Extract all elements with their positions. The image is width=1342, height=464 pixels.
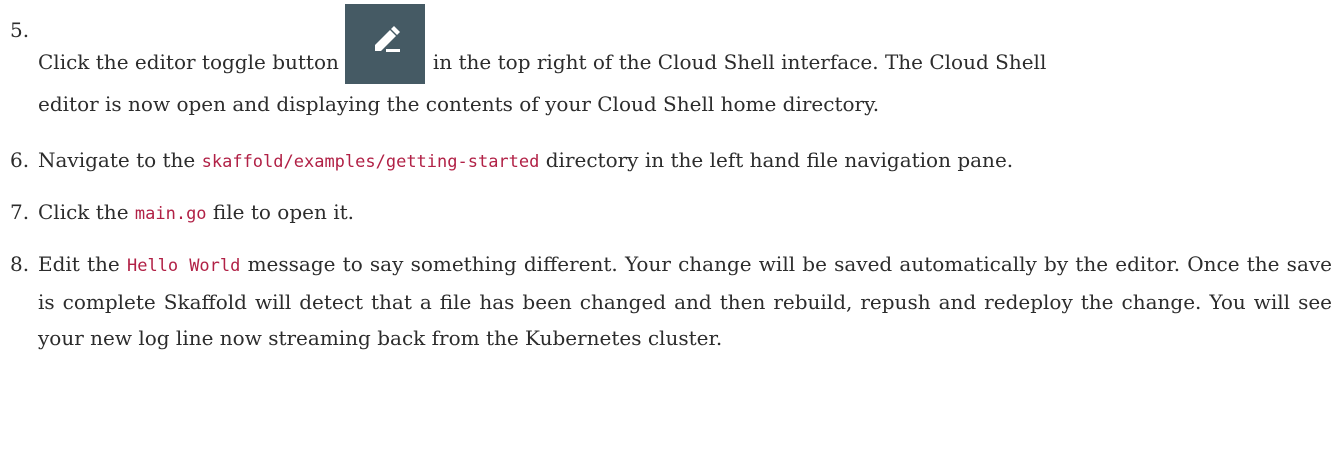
step-5-text-end: in the top right of the Cloud Shell inte… bbox=[432, 50, 1047, 74]
step-8-number: 8. bbox=[10, 252, 30, 276]
step-7-body: Click the main.go file to open it. bbox=[38, 194, 1332, 232]
step-5-line-2: editor is now open and displaying the co… bbox=[38, 92, 880, 116]
filename-code: main.go bbox=[134, 204, 207, 224]
pencil-icon bbox=[374, 26, 400, 52]
step-8: 8. Edit the Hello World message to say s… bbox=[10, 246, 1332, 356]
step-6-post: directory in the left hand file navigati… bbox=[545, 148, 1014, 172]
step-6: 6. Navigate to the skaffold/examples/get… bbox=[10, 142, 1332, 180]
step-5-line-1: Click the editor toggle button in the to… bbox=[38, 4, 1046, 84]
step-8-body: Edit the Hello World message to say some… bbox=[38, 246, 1332, 356]
step-5-text-start: Click the editor toggle button bbox=[38, 50, 339, 74]
step-7-number: 7. bbox=[10, 200, 30, 224]
step-8-pre: Edit the bbox=[38, 252, 120, 276]
step-6-pre: Navigate to the bbox=[38, 148, 196, 172]
editor-toggle-button[interactable] bbox=[344, 4, 425, 84]
step-6-body: Navigate to the skaffold/examples/gettin… bbox=[38, 142, 1332, 180]
step-5-number: 5. bbox=[10, 18, 30, 42]
step-7-pre: Click the bbox=[38, 200, 129, 224]
steps-list: 6. Navigate to the skaffold/examples/get… bbox=[10, 142, 1332, 370]
step-7-post: file to open it. bbox=[212, 200, 354, 224]
message-code: Hello World bbox=[126, 256, 241, 276]
step-6-number: 6. bbox=[10, 148, 30, 172]
path-code: skaffold/examples/getting-started bbox=[201, 152, 540, 172]
step-7: 7. Click the main.go file to open it. bbox=[10, 194, 1332, 232]
